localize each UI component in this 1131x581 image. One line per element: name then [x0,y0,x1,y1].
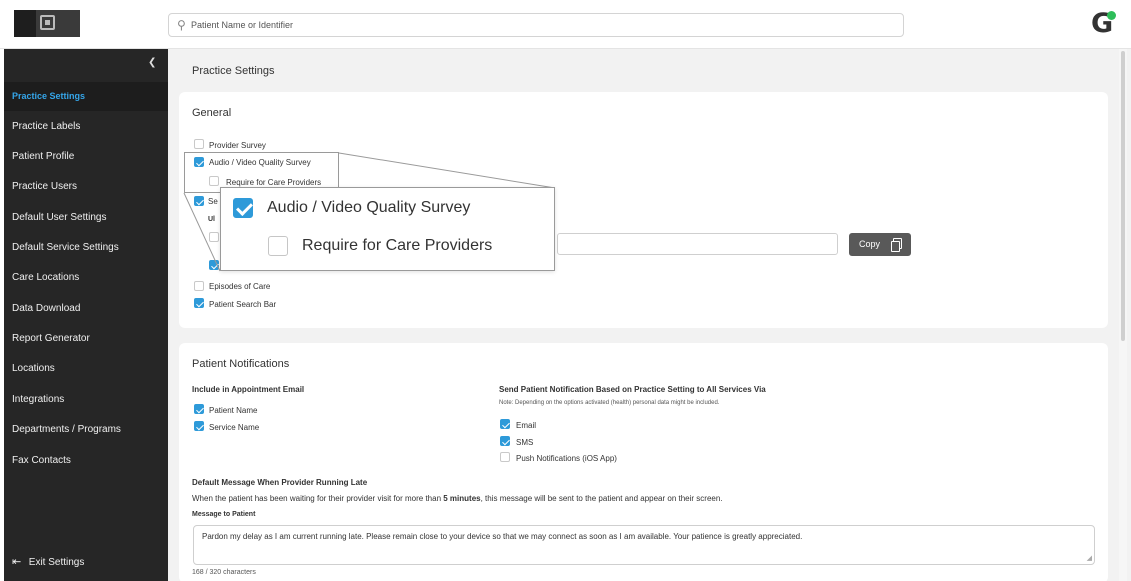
message-to-patient-textarea[interactable]: Pardon my delay as I am current running … [193,525,1095,565]
email-checkbox[interactable] [500,419,510,429]
zoom-callout-panel: Audio / Video Quality Survey Require for… [220,187,555,271]
push-notifications-label: Push Notifications (iOS App) [516,454,617,463]
sidebar-item-report-generator[interactable]: Report Generator [4,324,168,353]
patient-name-label: Patient Name [209,406,258,415]
app-logo[interactable] [14,10,80,37]
running-late-text-b: , this message will be sent to the patie… [480,494,723,503]
patient-notifications-card: Patient Notifications Include in Appoint… [179,343,1108,581]
copy-button[interactable]: Copy [849,233,911,256]
exit-settings-button[interactable]: ⇤ Exit Settings [12,555,84,568]
patient-search-bar[interactable]: ⚲ [168,13,904,37]
running-late-description: When the patient has been waiting for th… [192,494,723,503]
patient-notifications-title: Patient Notifications [192,358,290,370]
settings-sidebar: ❮ Practice Settings Practice Labels Pati… [4,49,168,581]
provider-survey-label: Provider Survey [209,141,266,150]
send-notification-note: Note: Depending on the options activated… [499,400,720,406]
scrollbar-thumb[interactable] [1121,51,1125,341]
character-count: 168 / 320 characters [192,569,256,576]
patient-search-bar-checkbox[interactable] [194,298,204,308]
running-late-minutes: 5 minutes [443,494,481,503]
sms-checkbox[interactable] [500,436,510,446]
message-to-patient-label: Message to Patient [192,511,256,518]
zoom-av-survey-label: Audio / Video Quality Survey [267,199,471,216]
sidebar-item-departments-programs[interactable]: Departments / Programs [4,415,168,444]
patient-search-bar-label: Patient Search Bar [209,300,277,309]
service-name-checkbox[interactable] [194,421,204,431]
sidebar-item-data-download[interactable]: Data Download [4,294,168,323]
page-title: Practice Settings [192,65,275,77]
exit-icon: ⇤ [12,556,22,568]
patient-name-checkbox[interactable] [194,404,204,414]
sidebar-item-default-service-settings[interactable]: Default Service Settings [4,233,168,262]
exit-settings-label: Exit Settings [28,557,85,568]
zoom-av-survey-checkbox[interactable] [233,198,253,218]
main-content: Practice Settings General Provider Surve… [168,49,1131,581]
episodes-of-care-checkbox[interactable] [194,281,204,291]
logo-left-block [14,10,36,37]
copy-icon [891,238,902,252]
service-name-label: Service Name [209,423,260,432]
running-late-heading: Default Message When Provider Running La… [192,478,368,487]
sidebar-item-locations[interactable]: Locations [4,354,168,383]
sidebar-item-integrations[interactable]: Integrations [4,385,168,414]
user-avatar[interactable]: G [1091,8,1119,39]
url-field[interactable] [557,233,838,255]
partial-setting-label: Se [208,197,218,206]
general-section-title: General [192,107,232,119]
email-label: Email [516,421,537,430]
send-notification-heading: Send Patient Notification Based on Pract… [499,385,766,394]
sidebar-item-care-locations[interactable]: Care Locations [4,263,168,292]
content-scrollbar[interactable] [1119,49,1127,581]
episodes-of-care-label: Episodes of Care [209,282,271,291]
sidebar-item-practice-settings[interactable]: Practice Settings [4,82,168,111]
copy-label: Copy [859,239,881,249]
sidebar-item-default-user-settings[interactable]: Default User Settings [4,203,168,232]
partial-hidden-checkbox-2[interactable] [209,232,219,242]
partial-hidden-checkbox-3[interactable] [209,260,219,270]
search-input[interactable] [191,17,891,33]
sidebar-item-practice-users[interactable]: Practice Users [4,172,168,201]
sidebar-item-practice-labels[interactable]: Practice Labels [4,112,168,141]
zoom-require-label: Require for Care Providers [302,237,493,254]
sidebar-item-fax-contacts[interactable]: Fax Contacts [4,446,168,475]
push-notifications-checkbox[interactable] [500,452,510,462]
sidebar-item-patient-profile[interactable]: Patient Profile [4,142,168,171]
online-status-dot [1107,11,1116,20]
top-bar: ⚲ G [0,0,1131,49]
zoom-require-checkbox[interactable] [268,236,288,256]
search-icon: ⚲ [177,18,186,32]
provider-survey-checkbox[interactable] [194,139,204,149]
message-text: Pardon my delay as I am current running … [202,532,803,541]
resize-grip-icon[interactable]: ◢ [1087,554,1092,562]
chevron-left-icon[interactable]: ❮ [148,57,156,68]
partial-url-label: Ul [208,216,215,223]
partial-hidden-checkbox[interactable] [194,196,204,206]
running-late-text-a: When the patient has been waiting for th… [192,494,444,503]
sms-label: SMS [516,438,534,447]
logo-icon [40,15,55,30]
include-in-email-heading: Include in Appointment Email [192,385,305,394]
